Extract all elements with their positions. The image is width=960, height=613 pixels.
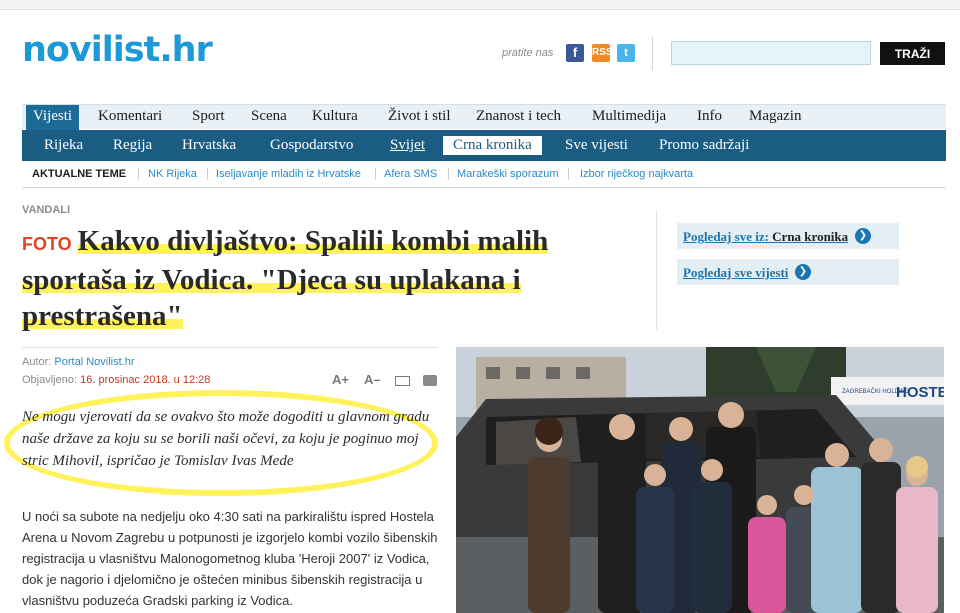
facebook-icon[interactable]: f [566, 44, 584, 62]
subnav-item-regija[interactable]: Regija [113, 137, 152, 154]
photo-illustration: ZAGREBAČKI HOLDING HOSTE [456, 347, 944, 613]
topics-separator [448, 168, 449, 180]
header-divider [652, 36, 653, 70]
nav-item-multimedija[interactable]: Multimedija [592, 108, 666, 125]
nav-item-komentari[interactable]: Komentari [98, 108, 162, 125]
topics-separator [207, 168, 208, 180]
article-headline: FOTO Kakvo divljaštvo: Spalili kombi mali… [22, 223, 642, 334]
topic-link-iseljavanje[interactable]: Iseljavanje mladih iz Hrvatske [216, 168, 361, 180]
email-icon[interactable] [395, 376, 410, 386]
subnav-item-sve-vijesti[interactable]: Sve vijesti [565, 137, 628, 154]
see-all-news-link[interactable]: Pogledaj sve vijesti ❯ [677, 259, 899, 285]
nav-item-zivot-i-stil[interactable]: Život i stil [388, 108, 451, 125]
search-input[interactable] [671, 41, 871, 65]
font-increase-button[interactable]: A+ [332, 372, 349, 387]
topic-link-najkvart[interactable]: Izbor riječkog najkvarta [580, 168, 693, 180]
sub-nav: Rijeka Regija Hrvatska Gospodarstvo Svij… [22, 130, 946, 161]
subnav-item-gospodarstvo[interactable]: Gospodarstvo [270, 137, 353, 154]
arrow-right-icon: ❯ [855, 228, 871, 244]
meta-divider [22, 347, 438, 348]
article-photo[interactable]: ZAGREBAČKI HOLDING HOSTE [456, 347, 944, 613]
main-nav: Vijesti Komentari Sport Scena Kultura Ži… [22, 104, 946, 130]
topics-separator [568, 168, 569, 180]
subnav-item-hrvatska[interactable]: Hrvatska [182, 137, 236, 154]
nav-item-magazin[interactable]: Magazin [749, 108, 801, 125]
see-all-news-label: Pogledaj sve vijesti [683, 265, 789, 280]
search-button[interactable]: TRAŽI [880, 42, 945, 65]
topic-link-afera-sms[interactable]: Afera SMS [384, 168, 437, 180]
see-all-label: Pogledaj sve iz: Crna kronika [683, 229, 849, 244]
nav-item-kultura[interactable]: Kultura [312, 108, 358, 125]
topics-label: AKTUALNE TEME [32, 168, 127, 180]
foto-badge: FOTO [22, 234, 72, 254]
topics-separator [375, 168, 376, 180]
top-utility-bar [0, 0, 960, 10]
article-author: Autor: Portal Novilist.hr [22, 356, 135, 368]
topic-link-nk-rijeka[interactable]: NK Rijeka [148, 168, 197, 180]
article-category[interactable]: VANDALI [22, 204, 70, 216]
rss-icon[interactable]: RSS [592, 44, 613, 62]
headline-text: Kakvo divljaštvo: Spalili kombi malih sp… [22, 225, 549, 332]
subnav-item-promo-sadrzaji[interactable]: Promo sadržaji [659, 137, 749, 154]
nav-item-sport[interactable]: Sport [192, 108, 225, 125]
topics-separator [138, 168, 139, 180]
article-published: Objavljeno: 16. prosinac 2018. u 12:28 [22, 374, 211, 386]
twitter-icon[interactable]: t [617, 44, 635, 62]
subnav-item-svijet[interactable]: Svijet [390, 137, 425, 154]
topic-link-marakeski[interactable]: Marakeški sporazum [457, 168, 558, 180]
subnav-item-rijeka[interactable]: Rijeka [44, 137, 83, 154]
follow-us-label: pratite nas [502, 47, 554, 59]
nav-item-scena[interactable]: Scena [251, 108, 287, 125]
arrow-right-icon: ❯ [795, 264, 811, 280]
print-icon[interactable] [423, 375, 437, 386]
hostel-sign: HOSTE [896, 384, 944, 401]
nav-item-znanost-i-tech[interactable]: Znanost i tech [476, 108, 561, 125]
nav-item-info[interactable]: Info [697, 108, 722, 125]
topics-bar: AKTUALNE TEME NK Rijeka Iseljavanje mlad… [22, 162, 946, 188]
author-link[interactable]: Portal Novilist.hr [54, 356, 134, 368]
site-logo[interactable]: novilist.hr [22, 30, 213, 70]
article-body: U noći sa subote na nedjelju oko 4:30 sa… [22, 509, 438, 608]
sidebar-divider [656, 210, 657, 330]
published-date: 16. prosinac 2018. u 12:28 [80, 374, 211, 386]
nav-item-vijesti[interactable]: Vijesti [26, 105, 80, 130]
article-lead: Ne mogu vjerovati da se ovakvo što može … [22, 409, 430, 469]
subnav-item-crna-kronika[interactable]: Crna kronika [443, 136, 542, 155]
see-all-crna-kronika-link[interactable]: Pogledaj sve iz: Crna kronika ❯ [677, 223, 899, 249]
font-decrease-button[interactable]: A– [364, 372, 381, 387]
